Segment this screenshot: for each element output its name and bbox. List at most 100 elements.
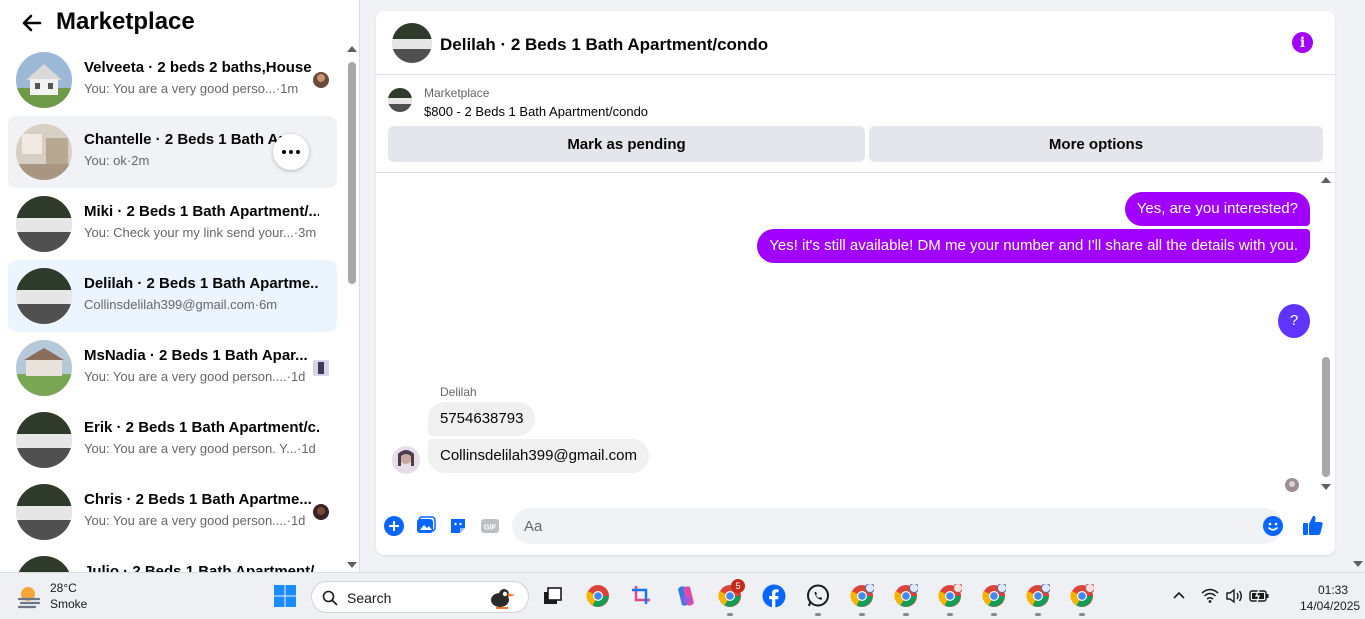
listing-avatar bbox=[16, 52, 72, 108]
conversation-name: Miki · 2 Beds 1 Bath Apartment/... bbox=[84, 203, 319, 220]
conversation-item-selected[interactable]: Delilah · 2 Beds 1 Bath Apartme... Colli… bbox=[8, 260, 337, 332]
emoji-icon[interactable] bbox=[1263, 516, 1283, 536]
running-indicator bbox=[859, 613, 865, 616]
listing-avatar bbox=[16, 124, 72, 180]
chrome-profile-icon[interactable] bbox=[1025, 583, 1051, 616]
scroll-thumb[interactable] bbox=[348, 62, 356, 284]
conversation-item[interactable]: MsNadia · 2 Beds 1 Bath Apar... You: You… bbox=[8, 332, 337, 404]
running-indicator bbox=[727, 613, 733, 616]
conversation-item[interactable]: Chantelle · 2 Beds 1 Bath Apartment/cond… bbox=[8, 116, 337, 188]
sticker-icon[interactable] bbox=[448, 516, 468, 536]
incoming-message[interactable]: 5754638793 bbox=[428, 402, 536, 436]
conversation-snippet: You: You are a very good perso... bbox=[84, 81, 276, 96]
chevron-up-icon[interactable] bbox=[1167, 583, 1191, 609]
gif-icon[interactable]: GIF bbox=[480, 516, 500, 536]
conversation-preview: Collinsdelilah399@gmail.com ·6m bbox=[84, 297, 277, 312]
conversation-list: Velveeta · 2 beds 2 baths,House You: You… bbox=[8, 44, 337, 572]
scroll-up-icon[interactable] bbox=[1321, 177, 1331, 183]
chrome-profile-icon[interactable] bbox=[849, 583, 875, 616]
incoming-message[interactable]: Collinsdelilah399@gmail.com bbox=[428, 439, 649, 473]
chat-title[interactable]: Delilah · 2 Beds 1 Bath Apartment/condo bbox=[440, 35, 768, 55]
conversation-snippet: You: ok bbox=[84, 153, 127, 168]
conversation-item[interactable]: Chris · 2 Beds 1 Bath Apartme... You: Yo… bbox=[8, 476, 337, 548]
smoke-weather-icon bbox=[17, 587, 41, 609]
running-indicator bbox=[815, 613, 821, 616]
windows-start-icon[interactable] bbox=[272, 583, 298, 609]
listing-price[interactable]: $800 - 2 Beds 1 Bath Apartment/condo bbox=[424, 104, 648, 119]
running-indicator bbox=[947, 613, 953, 616]
listing-thumbnail[interactable] bbox=[388, 88, 412, 112]
listing-avatar bbox=[16, 412, 72, 468]
search-icon bbox=[322, 590, 338, 606]
listing-avatar bbox=[16, 340, 72, 396]
sidebar-scrollbar[interactable] bbox=[345, 46, 359, 570]
conversation-preview: You: You are a very good person. Y... ·1… bbox=[84, 441, 316, 456]
notification-badge: 5 bbox=[731, 579, 745, 593]
seen-indicator-avatar bbox=[1285, 478, 1299, 492]
conversation-name: Delilah · 2 Beds 1 Bath Apartme... bbox=[84, 275, 319, 292]
dot-icon bbox=[282, 150, 286, 154]
facebook-icon[interactable] bbox=[761, 583, 787, 609]
battery-icon[interactable] bbox=[1246, 583, 1272, 609]
scroll-down-icon[interactable] bbox=[347, 562, 357, 568]
message-scrollbar[interactable] bbox=[1319, 173, 1333, 498]
chrome-profile-icon[interactable] bbox=[937, 583, 963, 616]
clock-date: 14/04/2025 bbox=[1300, 599, 1361, 613]
message-thread: Yes, are you interested? Yes! it's still… bbox=[376, 173, 1335, 498]
clock-time: 01:33 bbox=[1317, 583, 1348, 597]
wifi-icon[interactable] bbox=[1198, 583, 1222, 609]
conversation-snippet: Collinsdelilah399@gmail.com bbox=[84, 297, 255, 312]
weather-condition: Smoke bbox=[50, 597, 88, 611]
conversation-time: ·1d bbox=[297, 441, 316, 456]
outgoing-message[interactable]: Yes, are you interested? bbox=[1124, 192, 1310, 226]
conversation-snippet: You: You are a very good person. Y... bbox=[84, 441, 297, 456]
listing-avatar bbox=[16, 556, 72, 572]
search-label: Search bbox=[347, 590, 392, 606]
scroll-thumb[interactable] bbox=[1322, 357, 1330, 477]
conversation-more-button[interactable] bbox=[273, 134, 309, 170]
conversation-item[interactable]: Julio · 2 Beds 1 Bath Apartment/... bbox=[8, 548, 337, 572]
outgoing-message[interactable]: Yes! it's still available! DM me your nu… bbox=[757, 229, 1310, 263]
conversation-name: MsNadia · 2 Beds 1 Bath Apar... bbox=[84, 347, 308, 364]
conversation-item[interactable]: Velveeta · 2 beds 2 baths,House You: You… bbox=[8, 44, 337, 116]
chrome-profile-icon[interactable] bbox=[1069, 583, 1095, 616]
chat-avatar[interactable] bbox=[392, 23, 432, 63]
seen-avatar bbox=[313, 72, 329, 88]
taskbar-search[interactable]: Search bbox=[311, 581, 529, 613]
seen-avatar bbox=[313, 360, 329, 376]
mark-as-pending-button[interactable]: Mark as pending bbox=[388, 126, 865, 162]
svg-text:GIF: GIF bbox=[484, 523, 497, 532]
message-composer: GIF bbox=[376, 506, 1335, 546]
more-options-button[interactable]: More options bbox=[869, 126, 1323, 162]
page-title: Marketplace bbox=[56, 8, 195, 35]
chrome-profile-icon[interactable] bbox=[981, 583, 1007, 616]
back-arrow-icon[interactable] bbox=[20, 10, 44, 36]
conversation-item[interactable]: Erik · 2 Beds 1 Bath Apartment/c... You:… bbox=[8, 404, 337, 476]
chrome-icon[interactable] bbox=[585, 583, 611, 609]
message-input[interactable] bbox=[512, 508, 1282, 544]
conversation-item[interactable]: Miki · 2 Beds 1 Bath Apartment/... You: … bbox=[8, 188, 337, 260]
sender-name: Delilah bbox=[440, 385, 477, 399]
info-icon[interactable]: i bbox=[1292, 32, 1313, 53]
conversation-snippet: You: Check your my link send your... bbox=[84, 225, 294, 240]
task-view-icon[interactable] bbox=[539, 583, 565, 609]
scroll-down-icon[interactable] bbox=[1321, 484, 1331, 490]
chrome-profile-icon[interactable] bbox=[893, 583, 919, 616]
thumbs-up-icon[interactable] bbox=[1302, 514, 1324, 536]
page-scroll-down-icon[interactable] bbox=[1353, 561, 1363, 567]
sender-avatar[interactable] bbox=[392, 446, 420, 474]
whatsapp-icon[interactable] bbox=[805, 583, 831, 616]
snipping-tool-icon[interactable] bbox=[629, 583, 655, 609]
add-icon[interactable] bbox=[384, 516, 404, 536]
conversation-name: Velveeta · 2 beds 2 baths,House bbox=[84, 59, 312, 76]
volume-icon[interactable] bbox=[1222, 583, 1246, 609]
photo-icon[interactable] bbox=[416, 516, 436, 536]
system-clock[interactable]: 01:33 14/04/2025 bbox=[1300, 582, 1361, 614]
scroll-up-icon[interactable] bbox=[347, 46, 357, 52]
chrome-profile-icon[interactable]: 5 bbox=[717, 579, 745, 616]
outgoing-message[interactable]: ? bbox=[1278, 304, 1310, 338]
copilot-icon[interactable] bbox=[673, 583, 699, 609]
conversation-preview: You: You are a very good perso... ·1m bbox=[84, 81, 298, 96]
temperature: 28°C bbox=[50, 581, 77, 595]
conversation-preview: You: You are a very good person.... ·1d bbox=[84, 513, 305, 528]
